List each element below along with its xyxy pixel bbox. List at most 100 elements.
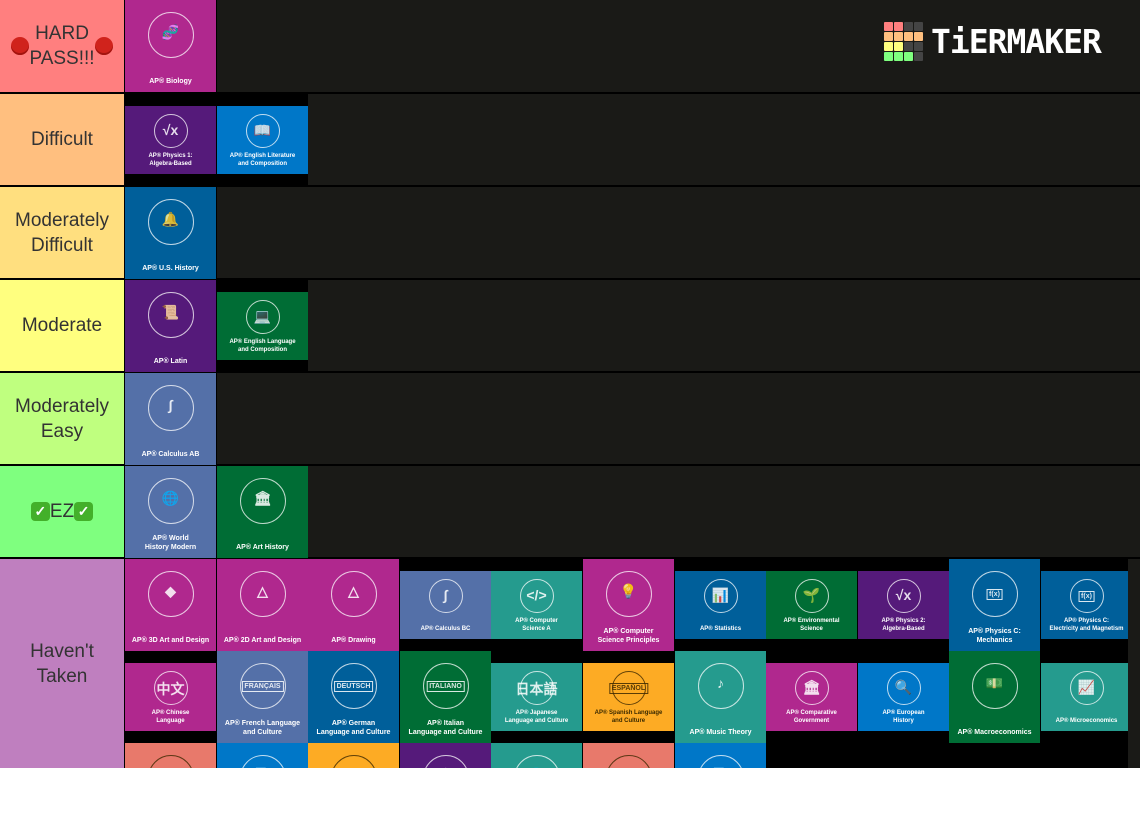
item-title: AP® Art History [236,544,289,551]
tier-item-card[interactable]: </> AP® Computer Science A [491,571,582,639]
tier-item-card[interactable]: 🔍 AP® European History [858,663,949,731]
item-title: AP® Japanese Language and Culture [504,710,569,724]
tier-item-card[interactable]: ♪ AP® Music Theory [675,651,766,743]
tier-item-card[interactable]: 📈 AP® Microeconomics [1041,663,1132,731]
tier-label[interactable]: Moderately Difficult [0,187,124,278]
tier-item-card[interactable]: 🧬 AP® Biology [125,0,216,92]
item-title: AP® 3D Art and Design [131,637,210,644]
logo-grid-cell [914,31,923,41]
globe-money-glyph-icon: 💵 [985,675,1004,691]
physics-glyph-icon: √x [162,122,179,138]
item-title: AP® Macroeconomics [957,729,1032,736]
tier-label[interactable]: Haven't Taken [0,559,124,768]
espanol-emblem-glyph-icon: ESPAÑOL [608,683,649,694]
tier-item-card[interactable]: 🔔 AP® U.S. History [125,187,216,279]
bell-curve-glyph-icon: 📊 [711,587,730,603]
triangle-hands-glyph-icon: △ [257,583,268,599]
item-title: AP® Biology [149,78,192,85]
tier-label-text: Moderately Difficult [15,209,109,256]
tier-items-dropzone[interactable]: √x AP® Physics 1: Algebra-Based 📖 AP® Engli… [125,94,1140,186]
tier-label-text: Haven't Taken [30,640,94,687]
wind-turbine-glyph-icon: 🌱 [802,587,821,603]
tier-item-card[interactable]: √x AP® Physics 2: Algebra-Based [858,571,949,639]
laptop-glyph-icon: 💻 [253,308,272,324]
tier-item-card[interactable]: 日本語 AP® Japanese Language and Culture [491,663,582,731]
item-title: AP® Chinese Language [151,710,190,724]
tier-item-card[interactable]: 🧠AP® Psychology [125,743,216,768]
item-title: AP® Physics 2: Algebra-Based [881,618,926,632]
tier-item-card[interactable]: ITALIANO AP® Italian Language and Culture [400,651,491,743]
capitol-glyph-icon: 🏛 [437,767,455,768]
city-flag-glyph-icon: ⚑ [622,767,635,768]
tier-item-card[interactable]: ⚑AP® Seminar [583,743,674,768]
tier-item-card[interactable]: 🏛 AP® Comparative Government [766,663,857,731]
tier-item-card[interactable]: √x AP® Physics 1: Algebra-Based [125,106,216,174]
tier-items-dropzone[interactable]: 🔔 AP® U.S. History [125,187,1140,279]
dna-cell-glyph-icon: 🧬 [161,24,180,40]
logo-grid-cell [894,51,903,61]
japanese-emblem-glyph-icon: 日本語 [515,681,558,697]
tier-item-card[interactable]: ESPAÑOL AP® Spanish Language and Culture [583,663,674,731]
logo-grid-cell [894,31,903,41]
tier-item-card[interactable]: 📄AP® Research [217,743,308,768]
tier-item-card[interactable]: 🌐AP® Human Geography [491,743,582,768]
tier-items-dropzone[interactable]: 🌐 AP® World History Modern 🏛 AP® Art Histor… [125,466,1140,558]
tier-item-card[interactable]: 🌱 AP® Environmental Science [766,571,857,639]
tier-item-card[interactable]: f(x) AP® Physics C: Mechanics [949,559,1040,651]
tier-item-card[interactable]: 📜 AP® Latin [125,280,216,372]
flowchart-glyph-icon: 💡 [619,583,638,599]
tier-item-card[interactable]: △ AP® Drawing [308,559,399,651]
tier-item-card[interactable]: FRANÇAIS AP® French Language and Culture [217,651,308,743]
tier-items-dropzone[interactable]: ◆ AP® 3D Art and Design △ AP® 2D Art and De… [125,559,1140,768]
tier-label[interactable]: Difficult [0,94,124,185]
tier-item-card[interactable]: 💡 AP® Computer Science Principles [583,559,674,651]
physics-glyph-icon: √x [895,587,912,603]
tier-label[interactable]: HARD PASS!!! [0,0,124,92]
tier-board: HARD PASS!!! 🧬 AP® Biology Difficult √x AP® P… [0,0,1140,768]
tier-item-card[interactable]: 🌐 AP® World History Modern [125,466,216,558]
globe-network-glyph-icon: 🌐 [528,767,545,768]
tier-label[interactable]: Moderately Easy [0,373,124,464]
tier-item-card[interactable]: 💻 AP® English Language and Composition [217,292,308,360]
tier-item-card[interactable]: 💵 AP® Macroeconomics [949,651,1040,743]
tier-item-card[interactable]: DEUTSCH AP® German Language and Culture [308,651,399,743]
tier-item-card[interactable]: f(x) AP® Physics C: Electricity and Magne… [1041,571,1132,639]
robot-arm-glyph-icon: f(x) [986,589,1003,600]
tier-item-card[interactable]: 🏛 AP® Art History [217,466,308,558]
tier-label[interactable]: Moderate [0,280,124,371]
drawing-hand-glyph-icon: △ [348,583,359,599]
item-title: AP® Latin [153,358,188,365]
tier-item-card[interactable]: ∫ AP® Calculus AB [125,373,216,465]
temple-statue-glyph-icon: 🏛 [253,490,272,506]
code-monitor-glyph-icon: </> [526,587,547,603]
tier-label[interactable]: ✓ EZ ✓ [0,466,124,557]
item-title: AP® Physics C: Mechanics [968,628,1021,644]
tier-item-card[interactable]: ⚗AP® Chemistry [308,743,399,768]
tier-row: Moderately Difficult 🔔 AP® U.S. History [0,187,1140,279]
item-title: AP® 2D Art and Design [223,637,302,644]
logo-grid-cell [884,21,893,31]
document-glyph-icon: 📄 [712,767,729,768]
item-title: AP® U.S. History [142,265,199,272]
tier-item-card[interactable]: 中文 AP® Chinese Language [125,663,216,731]
tier-items-dropzone[interactable]: ∫ AP® Calculus AB [125,373,1140,465]
item-title: AP® German Language and Culture [316,720,391,736]
tiermaker-logo: TiERMAKER [884,20,1124,62]
europe-map-glyph-icon: 🔍 [894,679,913,695]
chinese-emblem-glyph-icon: 中文 [156,681,185,697]
tier-label-text: HARD PASS!!! [29,23,95,69]
tier-item-card[interactable]: ∫ AP® Calculus BC [400,571,491,639]
storefront-chart-glyph-icon: 📈 [1077,679,1096,695]
stop-sign-icon [94,37,113,55]
tier-item-card[interactable]: △ AP® 2D Art and Design [217,559,308,651]
tier-item-card[interactable]: 🏛AP® US Government [400,743,491,768]
tier-item-card[interactable]: 📊 AP® Statistics [675,571,766,639]
logo-grid-cell [894,21,903,31]
tier-item-card[interactable]: 📖 AP® English Literature and Composition [217,106,308,174]
tier-items-dropzone[interactable]: 📜 AP® Latin 💻 AP® English Language and Comp… [125,280,1140,372]
tier-row: Difficult √x AP® Physics 1: Algebra-Based 📖… [0,94,1140,186]
tier-item-card[interactable]: ◆ AP® 3D Art and Design [125,559,216,651]
logo-grid-cell [914,51,923,61]
tier-item-card[interactable]: 📄AP® Capstone [675,743,766,768]
tier-row: Haven't Taken ◆ AP® 3D Art and Design △ AP® … [0,559,1140,768]
